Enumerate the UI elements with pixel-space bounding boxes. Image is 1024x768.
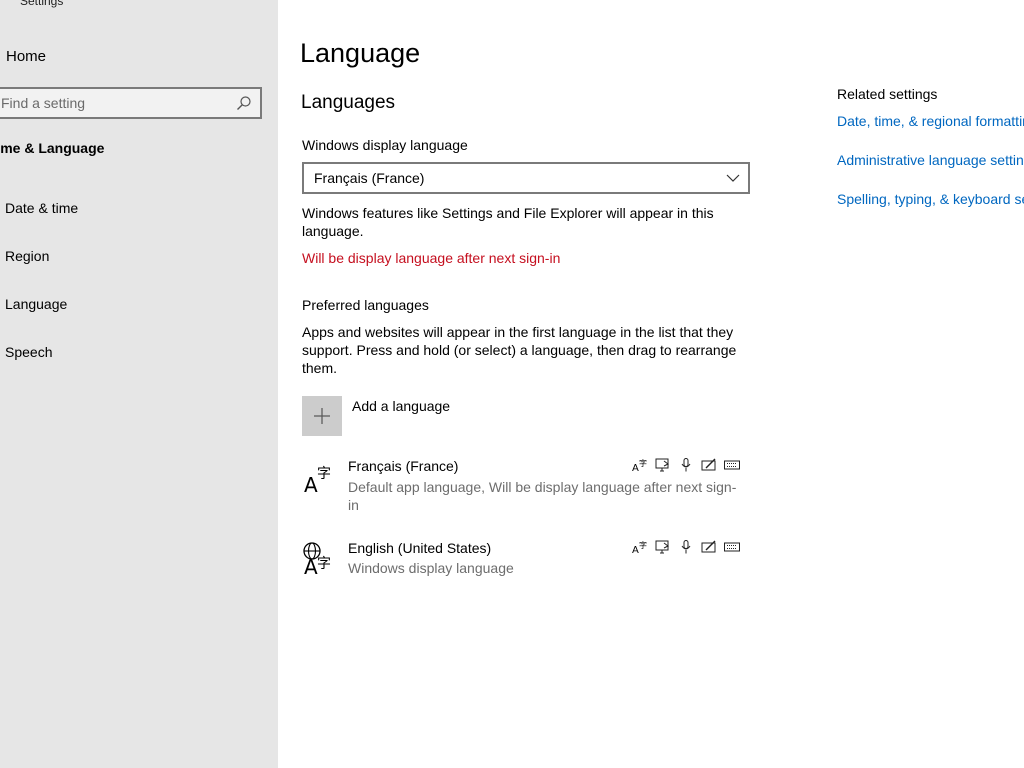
sidebar-item-date-time[interactable]: Date & time [0, 190, 278, 226]
text-to-speech-icon [655, 458, 669, 472]
add-language-button[interactable]: Add a language [302, 396, 502, 436]
speech-recognition-icon [681, 540, 691, 554]
related-settings-title: Related settings [837, 86, 938, 102]
search-icon[interactable] [236, 95, 252, 111]
section-title: Languages [301, 92, 396, 113]
sidebar-item-region[interactable]: Region [0, 238, 278, 274]
sidebar-item-label: Date & time [5, 200, 79, 216]
keyboard-icon [724, 460, 740, 470]
text-to-speech-icon [655, 540, 669, 554]
svg-text:字: 字 [317, 556, 331, 572]
speech-recognition-icon [681, 458, 691, 472]
related-link-spelling-typing[interactable]: Spelling, typing, & keyboard settings [837, 191, 1024, 207]
search-box[interactable] [0, 87, 262, 119]
language-status: Windows display language [348, 560, 514, 576]
svg-text:A: A [304, 555, 318, 579]
language-icon: A 字 [304, 466, 331, 497]
add-language-label: Add a language [352, 398, 451, 414]
svg-text:字: 字 [639, 540, 647, 550]
preferred-languages-label: Preferred languages [302, 297, 429, 313]
plus-icon [314, 408, 330, 424]
sidebar-group-title: Time & Language [0, 140, 105, 156]
sidebar-item-label: Region [5, 248, 50, 264]
sidebar-home-label: Home [6, 47, 47, 65]
language-item-english[interactable]: A 字 English (United States) Windows disp… [302, 540, 750, 580]
language-features: A字 [632, 540, 740, 554]
language-features: A字 [632, 458, 740, 472]
keyboard-icon [724, 542, 740, 552]
add-language-tile[interactable] [302, 396, 342, 436]
display-language-description: Windows features like Settings and File … [302, 205, 714, 239]
language-status: Default app language, Will be display la… [348, 479, 737, 513]
svg-text:字: 字 [317, 466, 331, 482]
display-language-warning: Will be display language after next sign… [302, 250, 561, 266]
display-language-label: Windows display language [302, 137, 468, 153]
app-title: Settings [20, 0, 64, 8]
sidebar-item-label: Language [5, 296, 68, 312]
related-link-admin-language[interactable]: Administrative language settings [837, 152, 1024, 168]
svg-text:A: A [304, 473, 318, 497]
language-pack-icon: A字 [632, 458, 647, 472]
svg-text:字: 字 [639, 458, 647, 468]
language-name: English (United States) [348, 540, 492, 556]
related-link-regional-formatting[interactable]: Date, time, & regional formatting [837, 113, 1024, 129]
language-name: Français (France) [348, 458, 459, 474]
display-language-value: Français (France) [314, 170, 425, 186]
chevron-down-icon [726, 174, 740, 182]
globe-language-icon: A 字 [303, 542, 331, 579]
sidebar-home[interactable]: Home [0, 44, 278, 68]
preferred-languages-description: Apps and websites will appear in the fir… [302, 324, 737, 376]
page-title: Language [300, 38, 421, 68]
sidebar: Settings Home Time & Language Date & tim… [0, 0, 278, 768]
svg-text:A: A [632, 463, 639, 472]
handwriting-icon [701, 540, 716, 553]
sidebar-item-label: Speech [5, 344, 53, 360]
handwriting-icon [701, 458, 716, 471]
sidebar-item-speech[interactable]: Speech [0, 334, 278, 370]
search-input[interactable] [0, 89, 232, 117]
language-item-french[interactable]: A 字 Français (France) Default app langua… [302, 458, 750, 518]
svg-text:A: A [632, 545, 639, 554]
sidebar-item-language[interactable]: Language [0, 286, 278, 322]
language-pack-icon: A字 [632, 540, 647, 554]
display-language-dropdown[interactable]: Français (France) [302, 162, 750, 194]
